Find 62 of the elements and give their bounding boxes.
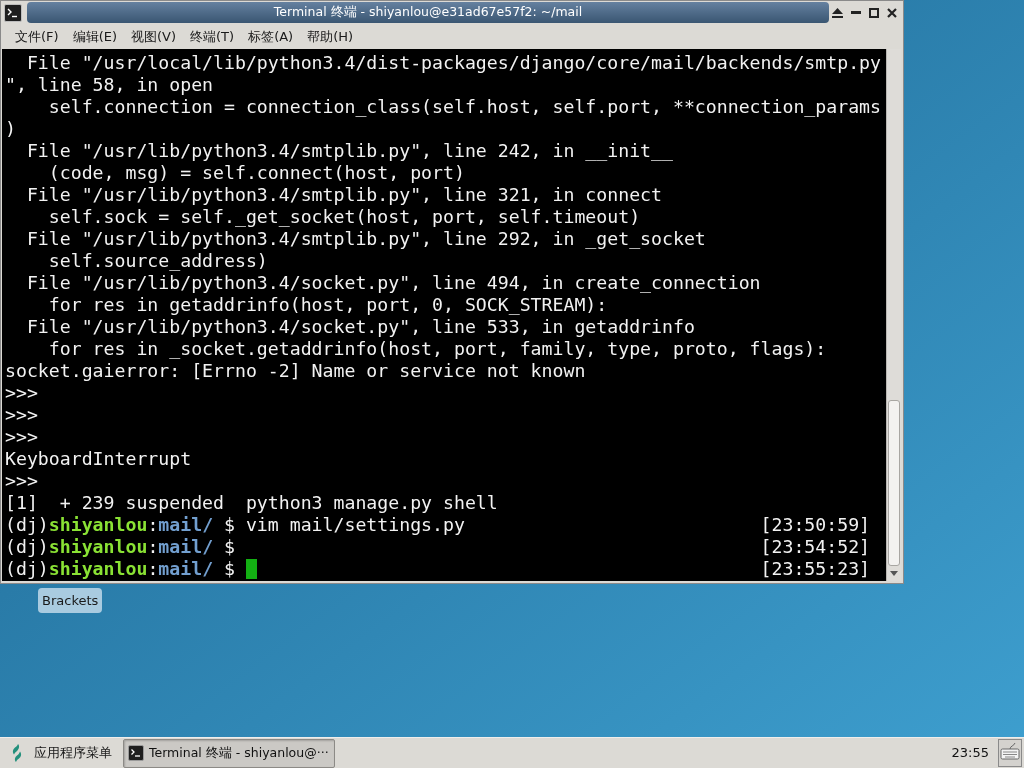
terminal-line: KeyboardInterrupt (5, 448, 192, 470)
menu-item[interactable]: 视图(V) (124, 25, 184, 48)
terminal-line: >>> (5, 382, 38, 404)
terminal-line: ", line 58, in open (5, 74, 214, 96)
terminal-icon (128, 745, 144, 761)
terminal-line: [1] + 239 suspended python3 manage.py shell (5, 492, 498, 514)
prompt-env: (dj) (5, 536, 49, 558)
terminal-line: >>> (5, 426, 38, 448)
taskbar-button[interactable]: Terminal 终端 - shiyanlou@··· (123, 738, 335, 768)
close-icon (886, 7, 897, 18)
terminal-line: File "/usr/lib/python3.4/smtplib.py", line 321, in connect (25, 184, 662, 206)
maximize-icon (868, 7, 879, 18)
terminal-line: File "/usr/lib/python3.4/smtplib.py", line 292, in _get_socket (25, 228, 706, 250)
terminal-line: >>> (5, 470, 38, 492)
window-title: Terminal 终端 - shiyanlou@e31ad67e57f2: ~/mail (273, 3, 583, 22)
menu-item[interactable]: 文件(F) (8, 25, 66, 48)
timestamp: [23:50:59] (760, 514, 871, 536)
prompt-symbol: $ (224, 536, 235, 558)
terminal-icon[interactable] (4, 3, 23, 22)
menu-item[interactable]: 终端(T) (183, 25, 242, 48)
prompt-user: shiyanlou (48, 558, 148, 580)
terminal-line: for res in _socket.getaddrinfo(host, port, family, type, proto, flags): (47, 338, 827, 360)
terminal-line: File "/usr/local/lib/python3.4/dist-packages/django/core/mail/backends/smtp.py (25, 52, 881, 74)
terminal-line: socket.gaierror: [Errno -2] Name or service not known (5, 360, 586, 382)
terminal-line: >>> (5, 404, 38, 426)
prompt-separator: : (147, 514, 159, 536)
logo-icon (12, 744, 22, 762)
terminal-line: (code, msg) = self.connect(host, port) (47, 162, 465, 184)
desktop-icon-label[interactable]: Brackets (38, 588, 103, 613)
timestamp: [23:55:23] (760, 558, 871, 580)
prompt-user: shiyanlou (48, 536, 148, 558)
terminal-line: for res in getaddrinfo(host, port, 0, SOCK_STREAM): (47, 294, 608, 316)
menu-item[interactable]: 帮助(H) (300, 25, 361, 48)
timestamp: [23:54:52] (760, 536, 871, 558)
menu-item[interactable]: 标签(A) (241, 25, 301, 48)
keyboard-icon[interactable] (998, 739, 1022, 767)
prompt-symbol: $ (224, 558, 235, 580)
prompt-directory: mail/ (158, 514, 214, 536)
down-arrow-icon (890, 571, 898, 576)
terminal-line: File "/usr/lib/python3.4/socket.py", line 533, in getaddrinfo (25, 316, 695, 338)
prompt-directory: mail/ (158, 536, 214, 558)
menu-item[interactable]: 编辑(E) (65, 25, 124, 48)
clock: 23:55 (951, 744, 989, 763)
prompt-symbol: $ (224, 514, 235, 536)
terminal-line: self.source_address) (47, 250, 268, 272)
prompt-user: shiyanlou (48, 514, 148, 536)
scrollbar[interactable] (886, 49, 901, 581)
terminal-line: File "/usr/lib/python3.4/smtplib.py", line 242, in __init__ (25, 140, 673, 162)
terminal-line: self.connection = connection_class(self.host, self.port, **connection_params (47, 96, 881, 118)
app-menu-button[interactable]: 应用程序菜单 (8, 738, 118, 768)
terminal-line: self.sock = self._get_socket(host, port, self.timeout) (47, 206, 641, 228)
prompt-separator: : (147, 558, 159, 580)
eject-icon (832, 7, 843, 18)
prompt-env: (dj) (5, 558, 49, 580)
scrollbar-thumb[interactable] (888, 400, 900, 566)
minimize-icon (850, 11, 861, 14)
terminal-line: ) (5, 118, 16, 140)
terminal-line: File "/usr/lib/python3.4/socket.py", line 494, in create_connection (25, 272, 761, 294)
prompt-directory: mail/ (158, 558, 214, 580)
prompt-separator: : (147, 536, 159, 558)
prompt-env: (dj) (5, 514, 49, 536)
command-text: vim mail/settings.py (245, 514, 465, 536)
